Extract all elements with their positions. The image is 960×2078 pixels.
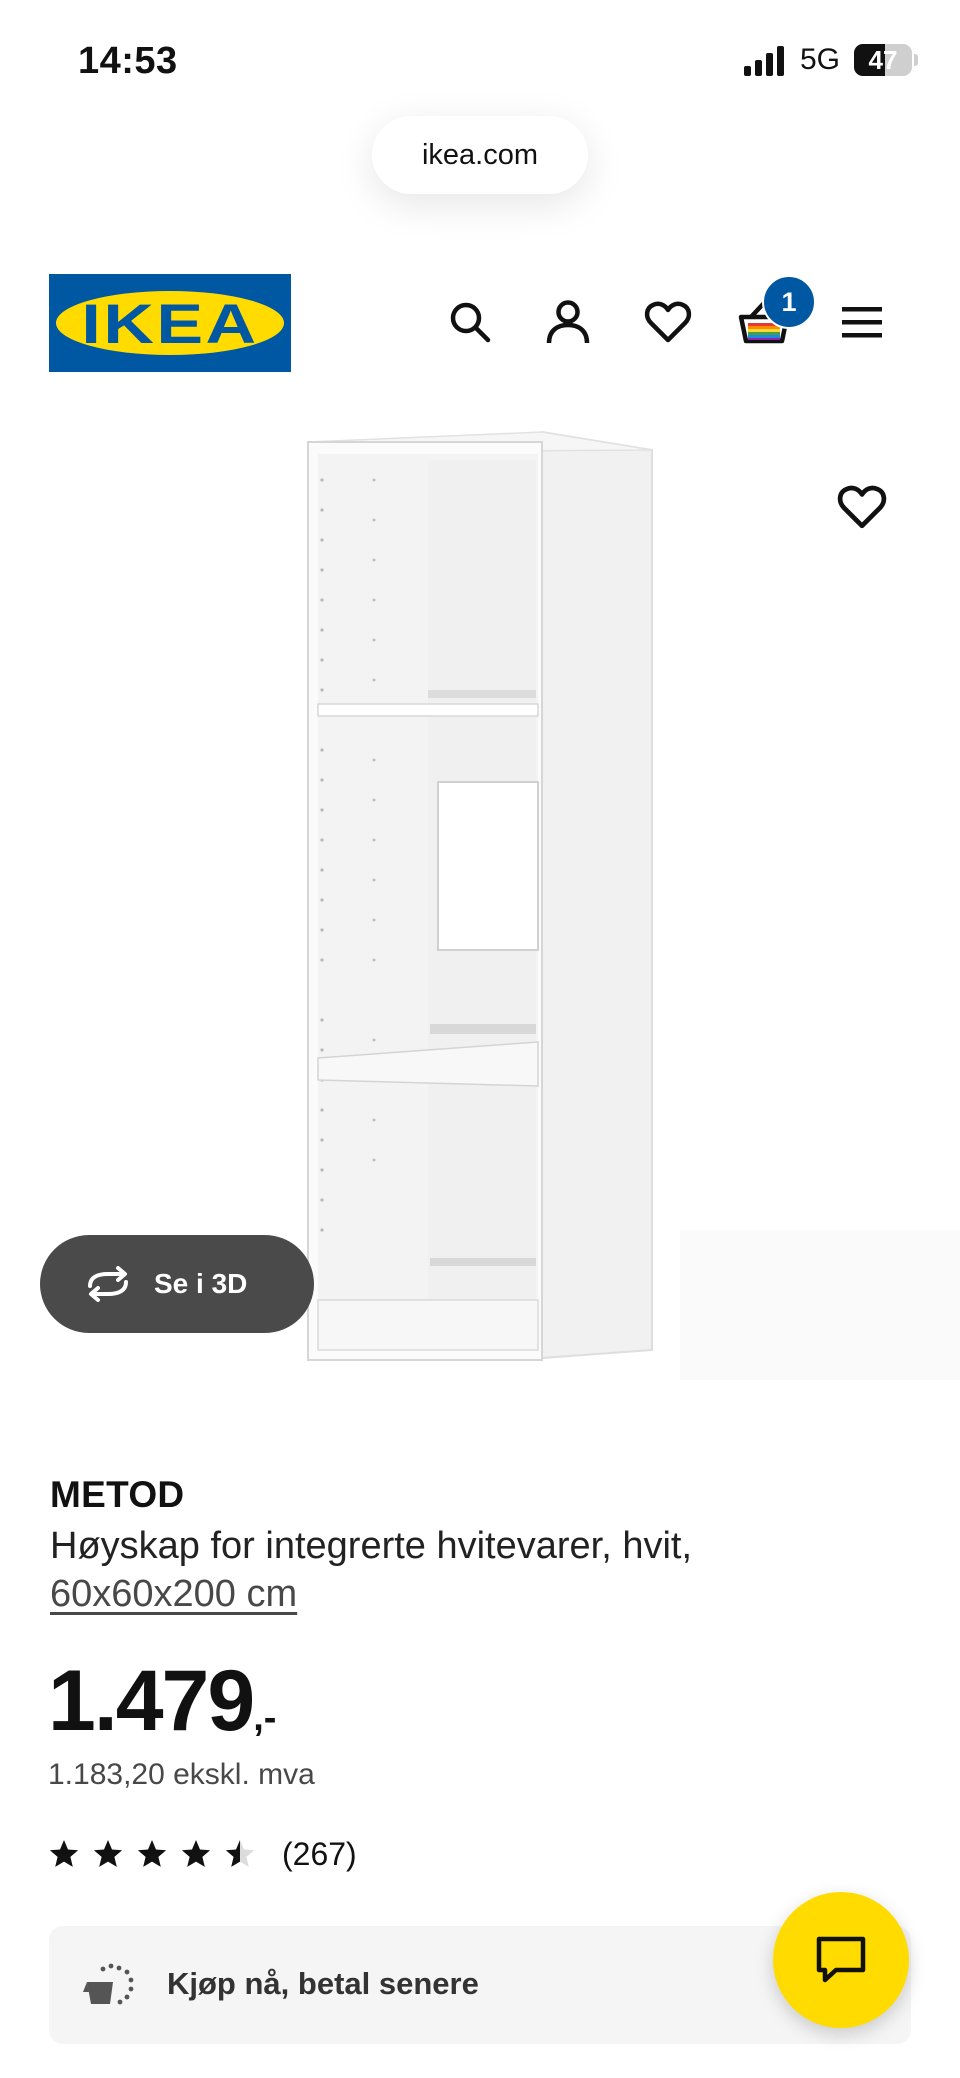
- account-icon: [546, 300, 590, 344]
- cellular-signal-icon: [744, 46, 784, 76]
- star-half-icon: [225, 1840, 255, 1867]
- product-dimensions-link[interactable]: 60x60x200 cm: [50, 1570, 297, 1618]
- image-wishlist-button[interactable]: [836, 484, 888, 536]
- url-bar[interactable]: ikea.com: [372, 116, 588, 194]
- price-value: 1.479: [48, 1653, 255, 1749]
- chat-bubble-icon: [816, 1936, 866, 1983]
- chat-button[interactable]: [773, 1892, 909, 2028]
- product-price: 1.479,-: [48, 1652, 276, 1751]
- status-bar: 14:53 5G 47: [0, 0, 960, 120]
- battery-level: 47: [868, 45, 898, 75]
- rating-stars[interactable]: [48, 1838, 256, 1870]
- heart-icon: [837, 485, 887, 529]
- status-time: 14:53: [78, 40, 178, 82]
- price-ex-vat: 1.183,20 ekskl. mva: [48, 1758, 315, 1791]
- product-description: Høyskap for integrerte hvitevarer, hvit,: [50, 1525, 693, 1567]
- rotate-3d-icon: [88, 1266, 128, 1302]
- search-icon: [450, 302, 491, 343]
- menu-button[interactable]: [836, 296, 888, 348]
- ikea-logo[interactable]: IKEA: [49, 274, 291, 372]
- star-full-icon: [49, 1840, 79, 1867]
- star-full-icon: [137, 1840, 167, 1867]
- network-type: 5G: [800, 43, 841, 76]
- heart-icon: [644, 301, 692, 343]
- see-in-3d-label: Se i 3D: [154, 1268, 248, 1299]
- star-full-icon: [93, 1840, 123, 1867]
- battery-cap: [914, 54, 918, 66]
- pay-later-icon: [83, 1963, 134, 2005]
- hamburger-menu-icon: [842, 307, 882, 338]
- battery-icon: 47: [854, 44, 912, 76]
- price-suffix: ,-: [253, 1697, 277, 1739]
- url-text: ikea.com: [421, 138, 539, 171]
- search-button[interactable]: [444, 296, 496, 348]
- logo-text: IKEA: [81, 291, 259, 355]
- review-count[interactable]: (267): [282, 1836, 357, 1873]
- pay-later-label: Kjøp nå, betal senere: [167, 1966, 479, 2001]
- star-full-icon: [181, 1840, 211, 1867]
- account-button[interactable]: [542, 296, 594, 348]
- cart-count-badge: 1: [762, 275, 816, 329]
- see-in-3d-button[interactable]: Se i 3D: [40, 1235, 314, 1333]
- product-brand: METOD: [50, 1474, 185, 1515]
- wishlist-button[interactable]: [642, 296, 694, 348]
